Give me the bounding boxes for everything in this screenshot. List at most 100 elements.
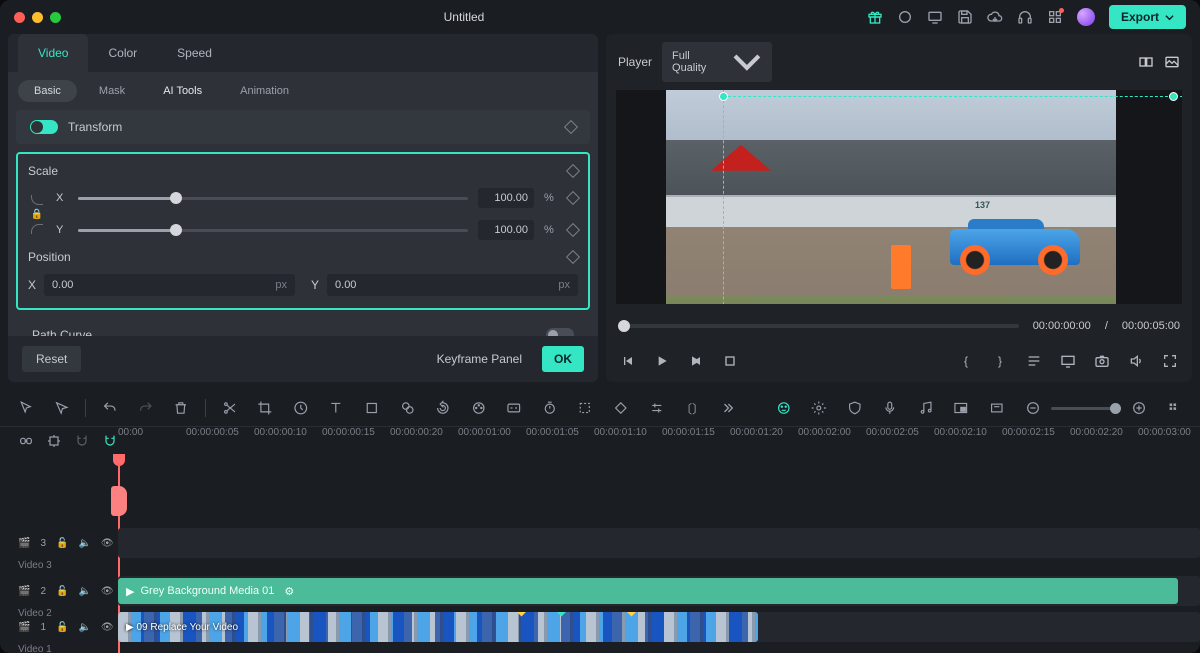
save-icon[interactable]	[957, 9, 973, 25]
gift-icon[interactable]	[867, 9, 883, 25]
prev-frame-icon[interactable]	[620, 353, 636, 369]
crop-icon[interactable]	[257, 400, 273, 416]
scale-x-keyframe[interactable]	[566, 191, 580, 205]
crop-handle[interactable]	[719, 92, 728, 101]
mute-icon[interactable]: 🔈	[78, 538, 90, 549]
scale-y-keyframe[interactable]	[566, 223, 580, 237]
text-icon[interactable]	[328, 400, 344, 416]
keyframe-panel-button[interactable]: Keyframe Panel	[427, 346, 532, 372]
marker-icon[interactable]	[989, 400, 1005, 416]
zoom-slider[interactable]	[1051, 407, 1121, 410]
caption-icon[interactable]	[506, 400, 522, 416]
adjust-icon[interactable]	[649, 400, 665, 416]
select-icon[interactable]	[54, 400, 70, 416]
pointer-icon[interactable]	[18, 400, 34, 416]
ok-button[interactable]: OK	[542, 346, 584, 372]
next-frame-icon[interactable]	[688, 353, 704, 369]
mask-icon[interactable]	[364, 400, 380, 416]
scale-x-value[interactable]: 100.00	[478, 188, 534, 208]
transform-keyframe[interactable]	[564, 120, 578, 134]
quality-dropdown[interactable]: Full Quality	[662, 42, 772, 82]
snapshot-icon[interactable]	[1094, 353, 1110, 369]
export-button[interactable]: Export	[1109, 5, 1186, 29]
avatar[interactable]	[1077, 8, 1095, 26]
tracking-icon[interactable]	[577, 400, 593, 416]
zoom-window[interactable]	[50, 12, 61, 23]
preview-canvas[interactable]: 137	[666, 90, 1116, 304]
more-icon[interactable]	[720, 400, 736, 416]
fullscreen-icon[interactable]	[1162, 353, 1178, 369]
zoom-in-icon[interactable]	[1131, 400, 1147, 416]
link-icon[interactable]	[18, 433, 34, 449]
target-icon[interactable]	[46, 433, 62, 449]
redo-icon[interactable]	[138, 400, 154, 416]
minimize-window[interactable]	[32, 12, 43, 23]
rotate-icon[interactable]	[435, 400, 451, 416]
guides-icon[interactable]	[1026, 353, 1042, 369]
volume-icon[interactable]	[1128, 353, 1144, 369]
speed-icon[interactable]	[293, 400, 309, 416]
gear-icon[interactable]	[811, 400, 827, 416]
effects-icon[interactable]	[400, 400, 416, 416]
keyframe-icon[interactable]	[613, 400, 629, 416]
monitor-icon[interactable]	[1060, 353, 1076, 369]
record-icon[interactable]	[897, 9, 913, 25]
reset-button[interactable]: Reset	[22, 346, 81, 372]
path-curve-toggle[interactable]	[546, 328, 574, 336]
split-icon[interactable]	[222, 400, 238, 416]
scale-keyframe[interactable]	[566, 164, 580, 178]
transform-toggle[interactable]	[30, 120, 58, 134]
magnet-icon[interactable]	[102, 433, 118, 449]
timeline-ruler[interactable]: 00:0000:00:00:0500:00:00:1000:00:00:1500…	[0, 426, 1200, 454]
compare-icon[interactable]	[1138, 54, 1154, 70]
pos-y-input[interactable]: 0.00px	[327, 274, 578, 296]
scrub-bar[interactable]	[618, 324, 1019, 328]
tab-video[interactable]: Video	[18, 34, 88, 72]
lock-icon[interactable]: 🔓	[56, 538, 68, 549]
eye-icon[interactable]: 👁	[101, 538, 114, 549]
headphones-icon[interactable]	[1017, 9, 1033, 25]
scale-y-value[interactable]: 100.00	[478, 220, 534, 240]
timeline-body[interactable]: 🎬3🔓🔈👁 Video 3 🎬2🔓🔈👁 ▶Grey Background Med…	[0, 454, 1200, 653]
tab-speed[interactable]: Speed	[157, 34, 232, 72]
scale-x-slider[interactable]	[78, 197, 468, 200]
pip-icon[interactable]	[953, 400, 969, 416]
subtab-animation[interactable]: Animation	[224, 80, 305, 102]
position-keyframe[interactable]	[566, 250, 580, 264]
subtab-ai-tools[interactable]: AI Tools	[147, 80, 218, 102]
mark-in-icon[interactable]: {	[958, 353, 974, 369]
music-icon[interactable]	[918, 400, 934, 416]
lock-icon[interactable]: 🔒	[31, 209, 43, 220]
scale-y-slider[interactable]	[78, 229, 468, 232]
mark-out-icon[interactable]: }	[992, 353, 1008, 369]
timer-icon[interactable]	[542, 400, 558, 416]
crop-handle[interactable]	[1169, 92, 1178, 101]
shield-icon[interactable]	[847, 400, 863, 416]
clip-video[interactable]: ▶ 09 Replace Your Video	[118, 612, 758, 642]
image-icon[interactable]	[1164, 54, 1180, 70]
apps-icon[interactable]	[1047, 9, 1063, 25]
display-icon[interactable]	[927, 9, 943, 25]
marker-clip[interactable]	[111, 486, 127, 516]
delete-icon[interactable]	[173, 400, 189, 416]
tab-color[interactable]: Color	[88, 34, 157, 72]
play-icon[interactable]	[654, 353, 670, 369]
undo-icon[interactable]	[102, 400, 118, 416]
preview-viewer[interactable]: 137	[616, 90, 1182, 304]
clip-green[interactable]: ▶Grey Background Media 01⚙	[118, 578, 1178, 604]
pos-x-input[interactable]: 0.00px	[44, 274, 295, 296]
list-view-icon[interactable]	[1167, 400, 1183, 416]
color-icon[interactable]	[471, 400, 487, 416]
safe-zone-top[interactable]	[723, 96, 1182, 97]
ai-face-icon[interactable]	[776, 400, 792, 416]
subtab-basic[interactable]: Basic	[18, 80, 77, 102]
zoom-out-icon[interactable]	[1025, 400, 1041, 416]
stop-icon[interactable]	[722, 353, 738, 369]
close-window[interactable]	[14, 12, 25, 23]
brackets-icon[interactable]: 〔〕	[684, 400, 700, 416]
cloud-icon[interactable]	[987, 9, 1003, 25]
magnet2-icon[interactable]	[74, 433, 90, 449]
mic-icon[interactable]	[882, 400, 898, 416]
subtab-mask[interactable]: Mask	[83, 80, 141, 102]
safe-zone-left[interactable]	[723, 90, 724, 304]
